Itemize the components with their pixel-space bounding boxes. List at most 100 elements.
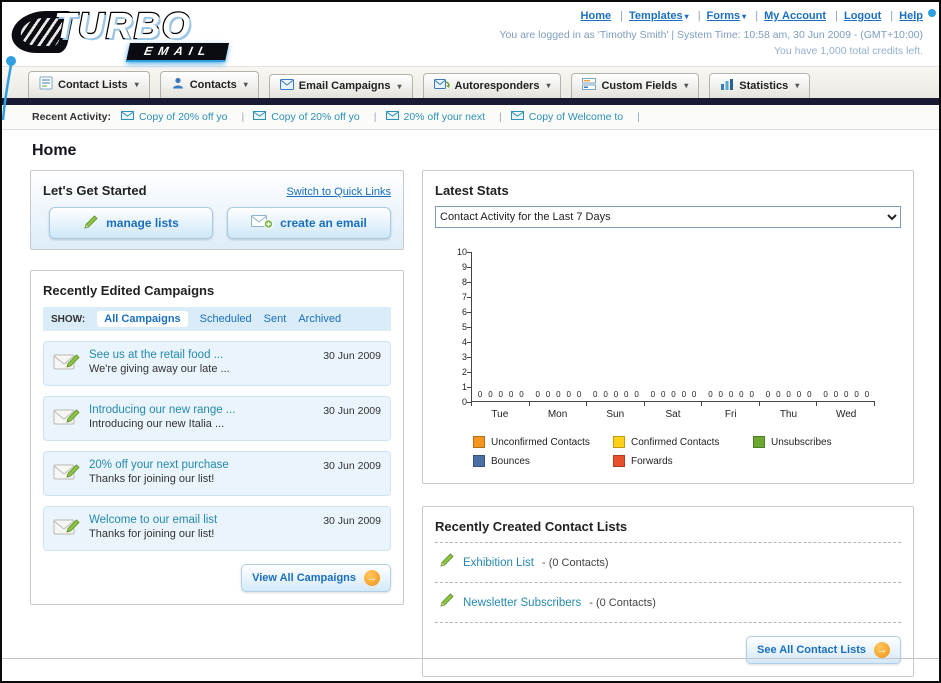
see-all-contact-lists-button[interactable]: See All Contact Lists →: [745, 636, 901, 664]
y-axis-tick: [467, 342, 471, 343]
recent-activity-link[interactable]: 20% off your next: [404, 111, 486, 123]
recent-activity-link[interactable]: Copy of Welcome to: [529, 111, 623, 123]
chart-category-group: 00000: [530, 390, 588, 401]
campaign-row[interactable]: 20% off your next purchase Thanks for jo…: [43, 451, 391, 496]
bar-value-label: 0: [728, 390, 734, 399]
contact-lists-panel: Recently Created Contact Lists Exhibitio…: [422, 506, 914, 677]
x-axis-label: Sun: [606, 409, 625, 420]
bar-value-label: 0: [749, 390, 754, 399]
contact-list-link[interactable]: Exhibition List: [463, 557, 534, 569]
statistics-icon: [720, 78, 734, 93]
custom-fields-icon: [582, 78, 597, 93]
create-email-button[interactable]: create an email: [227, 207, 391, 239]
campaign-subtitle: Thanks for joining our list!: [89, 528, 215, 540]
recent-activity-item[interactable]: Copy of 20% off yo: [253, 111, 385, 123]
x-axis-label: Wed: [835, 409, 857, 420]
contacts-icon: [171, 76, 185, 93]
recent-activity-link[interactable]: Copy of 20% off yo: [139, 111, 228, 123]
campaign-title-link[interactable]: Introducing our new range ...: [89, 404, 315, 416]
tab-contact-lists[interactable]: Contact Lists ▾: [28, 71, 150, 98]
bar-value-label: 0: [650, 390, 656, 399]
bar-value-label: 0: [807, 390, 812, 399]
nav-divider-bar: [2, 98, 939, 105]
legend-entry: Unsubscribes: [753, 436, 893, 448]
campaign-title-link[interactable]: See us at the retail food ...: [89, 349, 315, 361]
bar-value-labels: 00000: [817, 390, 875, 401]
campaign-date: 30 Jun 2009: [323, 460, 381, 472]
tab-custom-fields[interactable]: Custom Fields ▾: [571, 73, 700, 98]
bar-value-label: 0: [681, 390, 687, 399]
contact-list-item[interactable]: Exhibition List - (0 Contacts): [435, 543, 901, 583]
bar-value-label: 0: [718, 390, 723, 399]
filter-scheduled[interactable]: Scheduled: [200, 313, 252, 325]
tab-contacts[interactable]: Contacts ▾: [159, 71, 259, 98]
campaign-date: 30 Jun 2009: [323, 515, 381, 527]
bar-value-label: 0: [535, 390, 540, 399]
bar-value-label: 0: [765, 390, 771, 399]
legend-entry: Confirmed Contacts: [613, 436, 753, 448]
recent-activity-item[interactable]: Copy of 20% off yo: [120, 111, 253, 123]
chart-category-group: 00000: [645, 390, 703, 401]
email-icon: [120, 111, 134, 123]
top-link-forms[interactable]: Forms ▾: [707, 10, 747, 22]
top-link-home[interactable]: Home: [581, 10, 612, 22]
campaign-edit-icon: [53, 351, 81, 378]
recent-activity-item[interactable]: Copy of Welcome to: [510, 111, 649, 123]
bar-value-label: 0: [708, 390, 713, 399]
recent-activity-item[interactable]: 20% off your next: [385, 111, 511, 123]
chart-legend: Unconfirmed Contacts Confirmed Contacts Un…: [473, 436, 901, 467]
bar-value-labels: 00000: [587, 390, 645, 401]
y-axis-label: 10: [456, 247, 467, 257]
contact-lists-icon: [39, 76, 53, 93]
legend-entry: Unconfirmed Contacts: [473, 436, 613, 448]
campaign-row[interactable]: See us at the retail food ... We're givi…: [43, 341, 391, 386]
header-meta: Home Templates▾ Forms▾ My Account Logout…: [499, 8, 923, 60]
top-link-help[interactable]: Help: [899, 10, 923, 22]
bar-value-label: 0: [833, 390, 839, 399]
chart-category-group: 00000: [760, 390, 818, 401]
contact-list-link[interactable]: Newsletter Subscribers: [463, 597, 581, 609]
bar-value-label: 0: [823, 390, 828, 399]
contact-list-item[interactable]: Newsletter Subscribers - (0 Contacts): [435, 583, 901, 623]
filter-archived[interactable]: Archived: [298, 313, 341, 325]
bar-value-label: 0: [854, 390, 859, 399]
manage-lists-button[interactable]: manage lists: [49, 207, 213, 239]
bar-value-label: 0: [660, 390, 666, 399]
view-all-campaigns-button[interactable]: View All Campaigns →: [241, 564, 391, 592]
page: TURBO EMAIL Home Templates▾ Forms▾ My Ac…: [0, 0, 941, 683]
top-link-my-account[interactable]: My Account: [764, 10, 826, 22]
stats-range-select[interactable]: Contact Activity for the Last 7 Days: [435, 206, 901, 228]
chevron-down-icon: ▾: [546, 81, 551, 90]
arrow-right-icon: →: [364, 570, 380, 586]
campaign-title-link[interactable]: 20% off your next purchase: [89, 459, 315, 471]
corner-dot-decoration: [928, 9, 936, 17]
credits-info: You have 1,000 total credits left.: [773, 45, 923, 58]
bar-value-labels: 00000: [702, 390, 760, 401]
chart-groups: 00000000000000000000000000000000000: [472, 390, 875, 401]
campaign-edit-icon: [53, 461, 81, 488]
tab-statistics[interactable]: Statistics ▾: [709, 73, 811, 98]
legend-label: Confirmed Contacts: [631, 436, 720, 448]
recent-activity-link[interactable]: Copy of 20% off yo: [271, 111, 360, 123]
switch-quick-links-link[interactable]: Switch to Quick Links: [286, 186, 391, 198]
campaign-title-link[interactable]: Welcome to our email list: [89, 514, 315, 526]
top-link-logout[interactable]: Logout: [844, 10, 881, 22]
chevron-down-icon: ▾: [134, 80, 139, 89]
filter-sent[interactable]: Sent: [264, 313, 287, 325]
top-link-templates[interactable]: Templates ▾: [629, 10, 689, 22]
bar-value-label: 0: [508, 390, 514, 399]
tab-autoresponders[interactable]: Autoresponders ▾: [422, 73, 562, 98]
tab-email-campaigns[interactable]: Email Campaigns ▾: [268, 74, 413, 98]
filter-all-campaigns[interactable]: All Campaigns: [97, 311, 188, 327]
legend-label: Forwards: [631, 455, 673, 467]
campaign-row[interactable]: Welcome to our email list Thanks for joi…: [43, 506, 391, 551]
campaign-row[interactable]: Introducing our new range ... Introducin…: [43, 396, 391, 441]
bar-value-label: 0: [844, 390, 849, 399]
campaign-edit-icon: [53, 406, 81, 433]
bar-value-label: 0: [786, 390, 791, 399]
bar-value-label: 0: [477, 390, 483, 399]
email-plus-icon: [251, 214, 274, 232]
logo-title: TURBO: [53, 4, 192, 48]
get-started-panel: Let's Get Started Switch to Quick Links …: [30, 170, 404, 250]
legend-entry: Forwards: [613, 455, 753, 467]
